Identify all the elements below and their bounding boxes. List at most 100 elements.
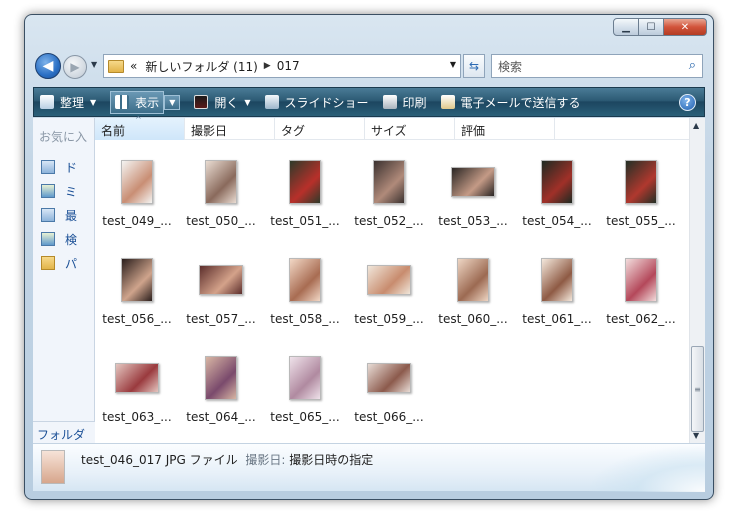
column-label: 撮影日 [191,124,228,138]
thumbnail-frame [95,154,179,210]
photo-thumbnail [625,160,657,204]
thumbnail-frame [431,154,515,210]
column-header-date-taken[interactable]: 撮影日 [185,118,275,140]
forward-button[interactable]: ▶ [63,55,87,79]
details-decoration [585,444,705,492]
details-date-label: 撮影日: [245,453,286,467]
organize-icon [40,95,54,109]
scroll-up-icon[interactable]: ▲ [693,121,699,130]
refresh-button[interactable]: ⇆ [463,54,485,78]
photo-thumbnail [199,265,243,295]
favorite-label: ド [65,160,78,175]
file-item[interactable]: test_049_... [95,154,179,234]
details-date-value[interactable]: 撮影日時の指定 [289,453,373,467]
print-button[interactable]: 印刷 [382,94,427,111]
recent-icon [41,208,55,222]
thumbnail-frame [599,252,683,308]
maximize-button[interactable]: ☐ [638,18,664,36]
file-name: test_059_... [354,312,424,326]
scroll-down-icon[interactable]: ▼ [693,431,699,440]
favorite-link-music[interactable]: ミ [33,179,94,203]
minimize-button[interactable]: ▁ [613,18,639,36]
organize-button[interactable]: 整理 ▼ [40,94,96,111]
folders-toggle[interactable]: フォルダ [33,421,95,443]
file-item[interactable]: test_057_... [179,252,263,332]
breadcrumb-item-current[interactable]: 017 [277,59,300,73]
file-item[interactable]: test_058_... [263,252,347,332]
favorite-link-searches[interactable]: 検 [33,227,94,251]
file-item[interactable]: test_061_... [515,252,599,332]
email-button[interactable]: 電子メールで送信する [440,94,581,111]
file-item[interactable]: test_054_... [515,154,599,234]
slideshow-button[interactable]: スライドショー [264,94,369,111]
back-button[interactable]: ◀ [35,53,61,79]
address-bar[interactable]: « 新しいフォルダ (11) ▶ 017 ▼ [103,54,461,78]
help-icon[interactable]: ? [679,94,696,111]
thumbnail-frame [515,252,599,308]
column-header-size[interactable]: サイズ [365,118,455,140]
photo-thumbnail [205,160,237,204]
file-item[interactable]: test_064_... [179,350,263,430]
close-button[interactable]: ✕ [663,18,707,36]
file-name: test_050_... [186,214,256,228]
scrollbar-thumb[interactable]: ≡ [691,346,704,432]
favorite-label: 検 [65,232,78,247]
favorite-link-documents[interactable]: ド [33,155,94,179]
file-item[interactable]: test_062_... [599,252,683,332]
file-item[interactable]: test_065_... [263,350,347,430]
column-label: サイズ [371,124,407,138]
open-icon [194,95,209,109]
column-headers: ^ 名前 撮影日 タグ サイズ 評価 [95,115,689,140]
views-button[interactable]: 表示 [110,90,165,114]
address-dropdown-icon[interactable]: ▼ [450,60,456,69]
print-label: 印刷 [402,95,427,110]
explorer-window: ▁ ☐ ✕ ◀ ▶ ▼ « 新しいフォルダ (11) ▶ 017 ▼ ⇆ 検索 … [24,14,714,500]
photo-thumbnail [451,167,495,197]
photo-thumbnail [115,363,159,393]
search-input[interactable]: 検索 ⌕ [491,54,703,78]
details-pane: test_046_017 JPG ファイル 撮影日: 撮影日時の指定 [33,443,705,492]
slideshow-label: スライドショー [284,95,369,110]
vertical-scrollbar[interactable]: ▲ ≡ ▼ [689,118,705,443]
thumbnail-frame [179,252,263,308]
column-header-rating[interactable]: 評価 [455,118,555,140]
open-button[interactable]: 開く ▼ [194,94,251,111]
searches-icon [41,232,55,246]
thumbnail-frame [347,252,431,308]
file-item[interactable]: test_055_... [599,154,683,234]
file-name: test_053_... [438,214,508,228]
thumbnail-frame [347,154,431,210]
file-item[interactable]: test_051_... [263,154,347,234]
file-item[interactable]: test_056_... [95,252,179,332]
caption-buttons: ▁ ☐ ✕ [613,18,707,36]
file-name: test_054_... [522,214,592,228]
chevron-down-icon: ▼ [244,97,251,107]
folder-icon [41,256,55,270]
photo-thumbnail [367,265,411,295]
breadcrumb-chevron[interactable]: « [130,59,137,73]
file-item[interactable]: test_060_... [431,252,515,332]
selected-file-thumbnail [41,450,65,484]
views-dropdown-button[interactable]: ▼ [164,94,181,110]
search-icon[interactable]: ⌕ [689,58,696,73]
breadcrumb-item-parent[interactable]: 新しいフォルダ (11) [145,58,257,75]
column-header-tags[interactable]: タグ [275,118,365,140]
file-item[interactable]: test_053_... [431,154,515,234]
chevron-down-icon: ▼ [90,97,97,107]
thumbnail-frame [263,154,347,210]
file-item[interactable]: test_063_... [95,350,179,430]
photo-thumbnail [289,356,321,400]
file-item[interactable]: test_050_... [179,154,263,234]
column-header-name[interactable]: ^ 名前 [95,115,185,140]
favorite-link-public[interactable]: パ [33,251,94,275]
recent-pages-dropdown[interactable]: ▼ [91,60,97,69]
file-item[interactable]: test_059_... [347,252,431,332]
photo-thumbnail [541,258,573,302]
breadcrumb-separator-icon[interactable]: ▶ [264,61,271,71]
file-name: test_056_... [102,312,172,326]
file-item[interactable]: test_052_... [347,154,431,234]
file-name: test_064_... [186,410,256,424]
file-item[interactable]: test_066_... [347,350,431,430]
photo-thumbnail [289,258,321,302]
favorite-link-recent[interactable]: 最 [33,203,94,227]
